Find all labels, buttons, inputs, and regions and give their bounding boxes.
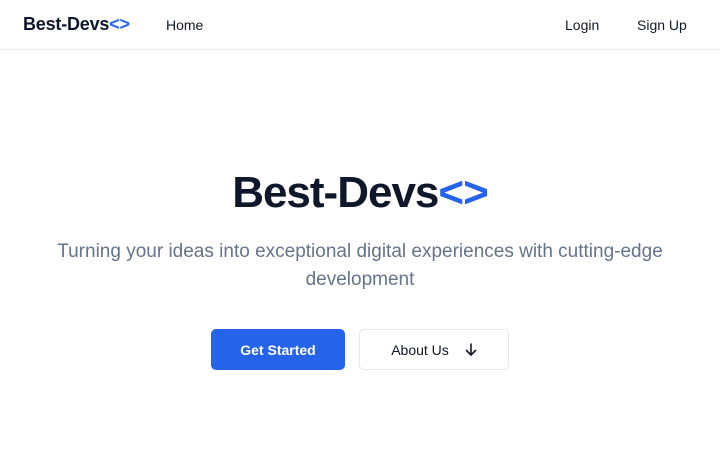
nav-link-home[interactable]: Home — [166, 17, 203, 33]
nav-link-login[interactable]: Login — [565, 17, 599, 33]
hero-subtitle: Turning your ideas into exceptional digi… — [57, 241, 663, 290]
hero-title-text: Best-Devs — [232, 168, 439, 217]
brand-name: Best-Devs — [23, 14, 110, 34]
brand-logo[interactable]: Best-Devs<> — [23, 14, 130, 35]
hero-title: Best-Devs<> — [0, 168, 720, 218]
nav-link-signup[interactable]: Sign Up — [637, 17, 687, 33]
get-started-button[interactable]: Get Started — [211, 329, 345, 370]
top-navbar: Best-Devs<> Home Login Sign Up — [0, 0, 720, 50]
arrow-down-icon — [465, 342, 477, 357]
get-started-label: Get Started — [240, 341, 316, 358]
brand-code-symbol: <> — [109, 14, 130, 34]
about-us-label: About Us — [391, 341, 449, 358]
hero-title-code-symbol: <> — [438, 168, 488, 217]
about-us-button[interactable]: About Us — [359, 329, 509, 370]
